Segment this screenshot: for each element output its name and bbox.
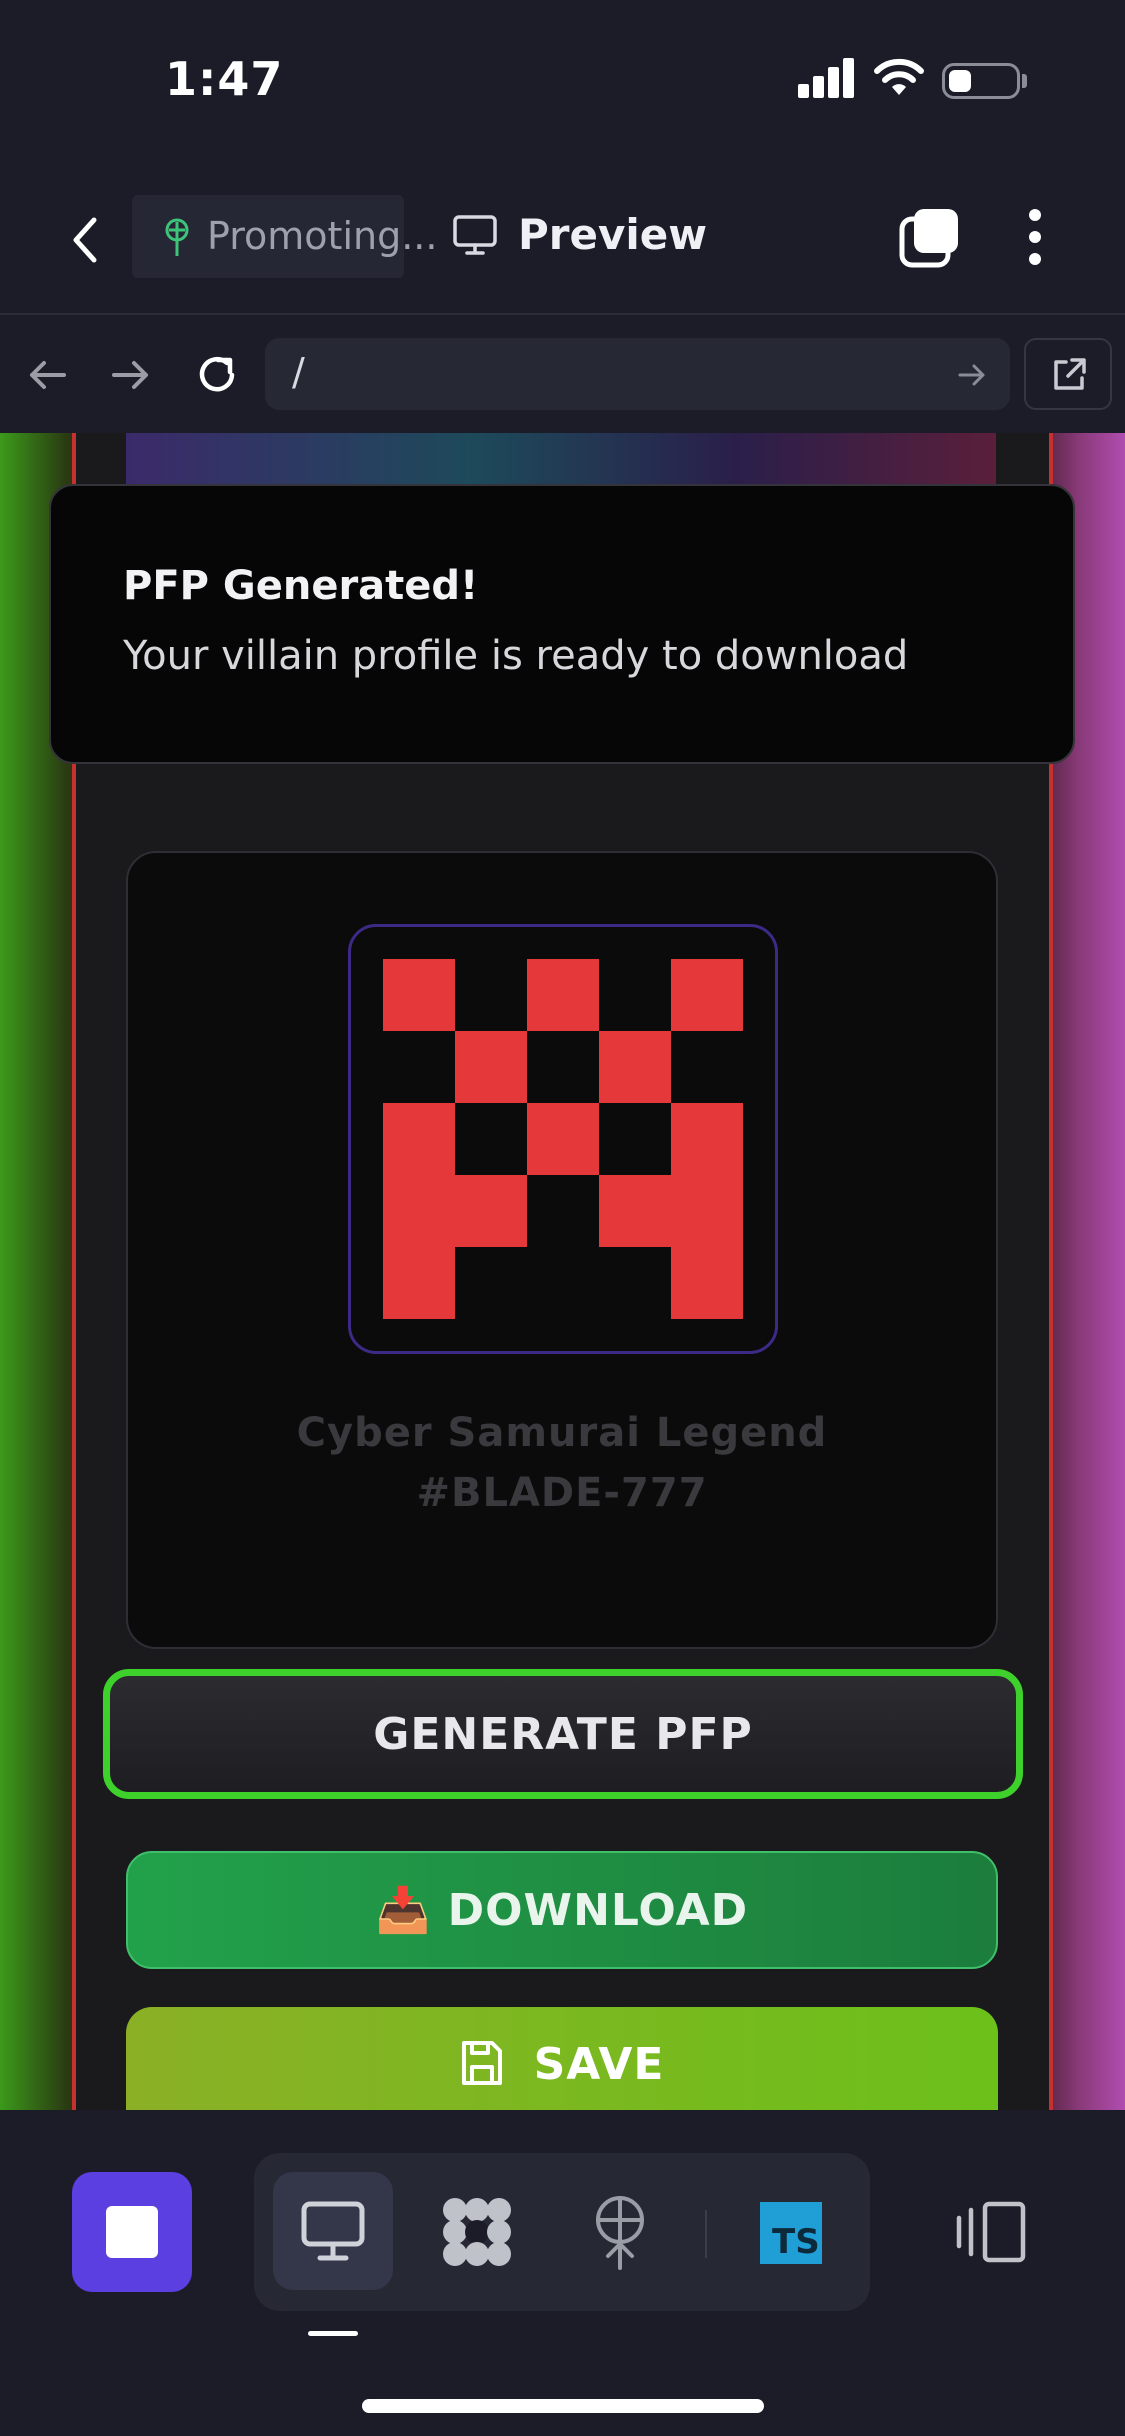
floppy-disk-icon [461, 2041, 502, 2085]
save-button[interactable]: SAVE [126, 2007, 998, 2110]
pfp-pixel [383, 1103, 455, 1175]
wifi-icon [874, 58, 924, 95]
stop-icon [106, 2206, 158, 2258]
pfp-pixel [383, 1175, 455, 1247]
active-tab-indicator [308, 2331, 358, 2336]
deploy-antenna-icon[interactable] [590, 2194, 650, 2270]
device-rotate-icon[interactable] [955, 2200, 1027, 2264]
home-indicator[interactable] [362, 2399, 764, 2413]
toast-notification[interactable] [49, 484, 1075, 764]
pfp-image [348, 924, 778, 1354]
preview-tab-label[interactable]: Preview [518, 210, 707, 259]
hero-banner-image [126, 433, 996, 485]
desktop-icon [301, 2201, 365, 2261]
toast-message: Your villain profile is ready to downloa… [123, 633, 909, 679]
antenna-icon [165, 218, 189, 256]
dock-divider [705, 2210, 707, 2258]
generate-pfp-button[interactable]: GENERATE PFP [103, 1669, 1023, 1799]
browser-back-icon[interactable] [26, 355, 68, 395]
pfp-pixel [671, 1175, 743, 1247]
external-link-icon [1054, 358, 1086, 390]
reload-icon[interactable] [192, 350, 242, 400]
pfp-pixel [671, 1103, 743, 1175]
url-input[interactable] [265, 338, 1010, 410]
battery-icon [942, 63, 1020, 99]
typescript-label: TS [772, 2222, 820, 2262]
download-button[interactable]: 📥 DOWNLOAD [126, 1851, 998, 1969]
url-text: / [292, 350, 305, 394]
download-tray-icon: 📥 [375, 1885, 432, 1936]
pfp-pixel [455, 1031, 527, 1103]
copy-windows-icon[interactable] [898, 205, 962, 269]
pfp-pixel [527, 959, 599, 1031]
project-label: Promoting... [207, 214, 438, 258]
pfp-pixel [455, 1175, 527, 1247]
status-time: 1:47 [165, 52, 284, 106]
battery-cap [1022, 74, 1027, 88]
puzzle-blocks-icon[interactable] [440, 2195, 514, 2269]
save-label: SAVE [533, 2039, 665, 2090]
monitor-icon [453, 215, 497, 255]
pfp-name: Cyber Samurai Legend #BLADE-777 [296, 1410, 828, 1516]
open-external-button[interactable] [1024, 338, 1112, 410]
pfp-pixel [383, 959, 455, 1031]
pfp-pixel [671, 1247, 743, 1319]
pfp-pixel [599, 1031, 671, 1103]
pfp-pixel [599, 1175, 671, 1247]
toast-title: PFP Generated! [123, 563, 479, 609]
cellular-signal-icon [798, 56, 856, 98]
pfp-pixel [527, 1103, 599, 1175]
go-arrow-icon[interactable] [957, 360, 987, 390]
browser-forward-icon[interactable] [110, 355, 152, 395]
back-chevron-icon[interactable] [60, 210, 110, 270]
pfp-pixel-grid [383, 959, 743, 1319]
more-options-icon[interactable] [1020, 205, 1050, 269]
download-label: DOWNLOAD [447, 1884, 749, 1936]
pfp-pixel [383, 1247, 455, 1319]
pfp-pixel [671, 959, 743, 1031]
